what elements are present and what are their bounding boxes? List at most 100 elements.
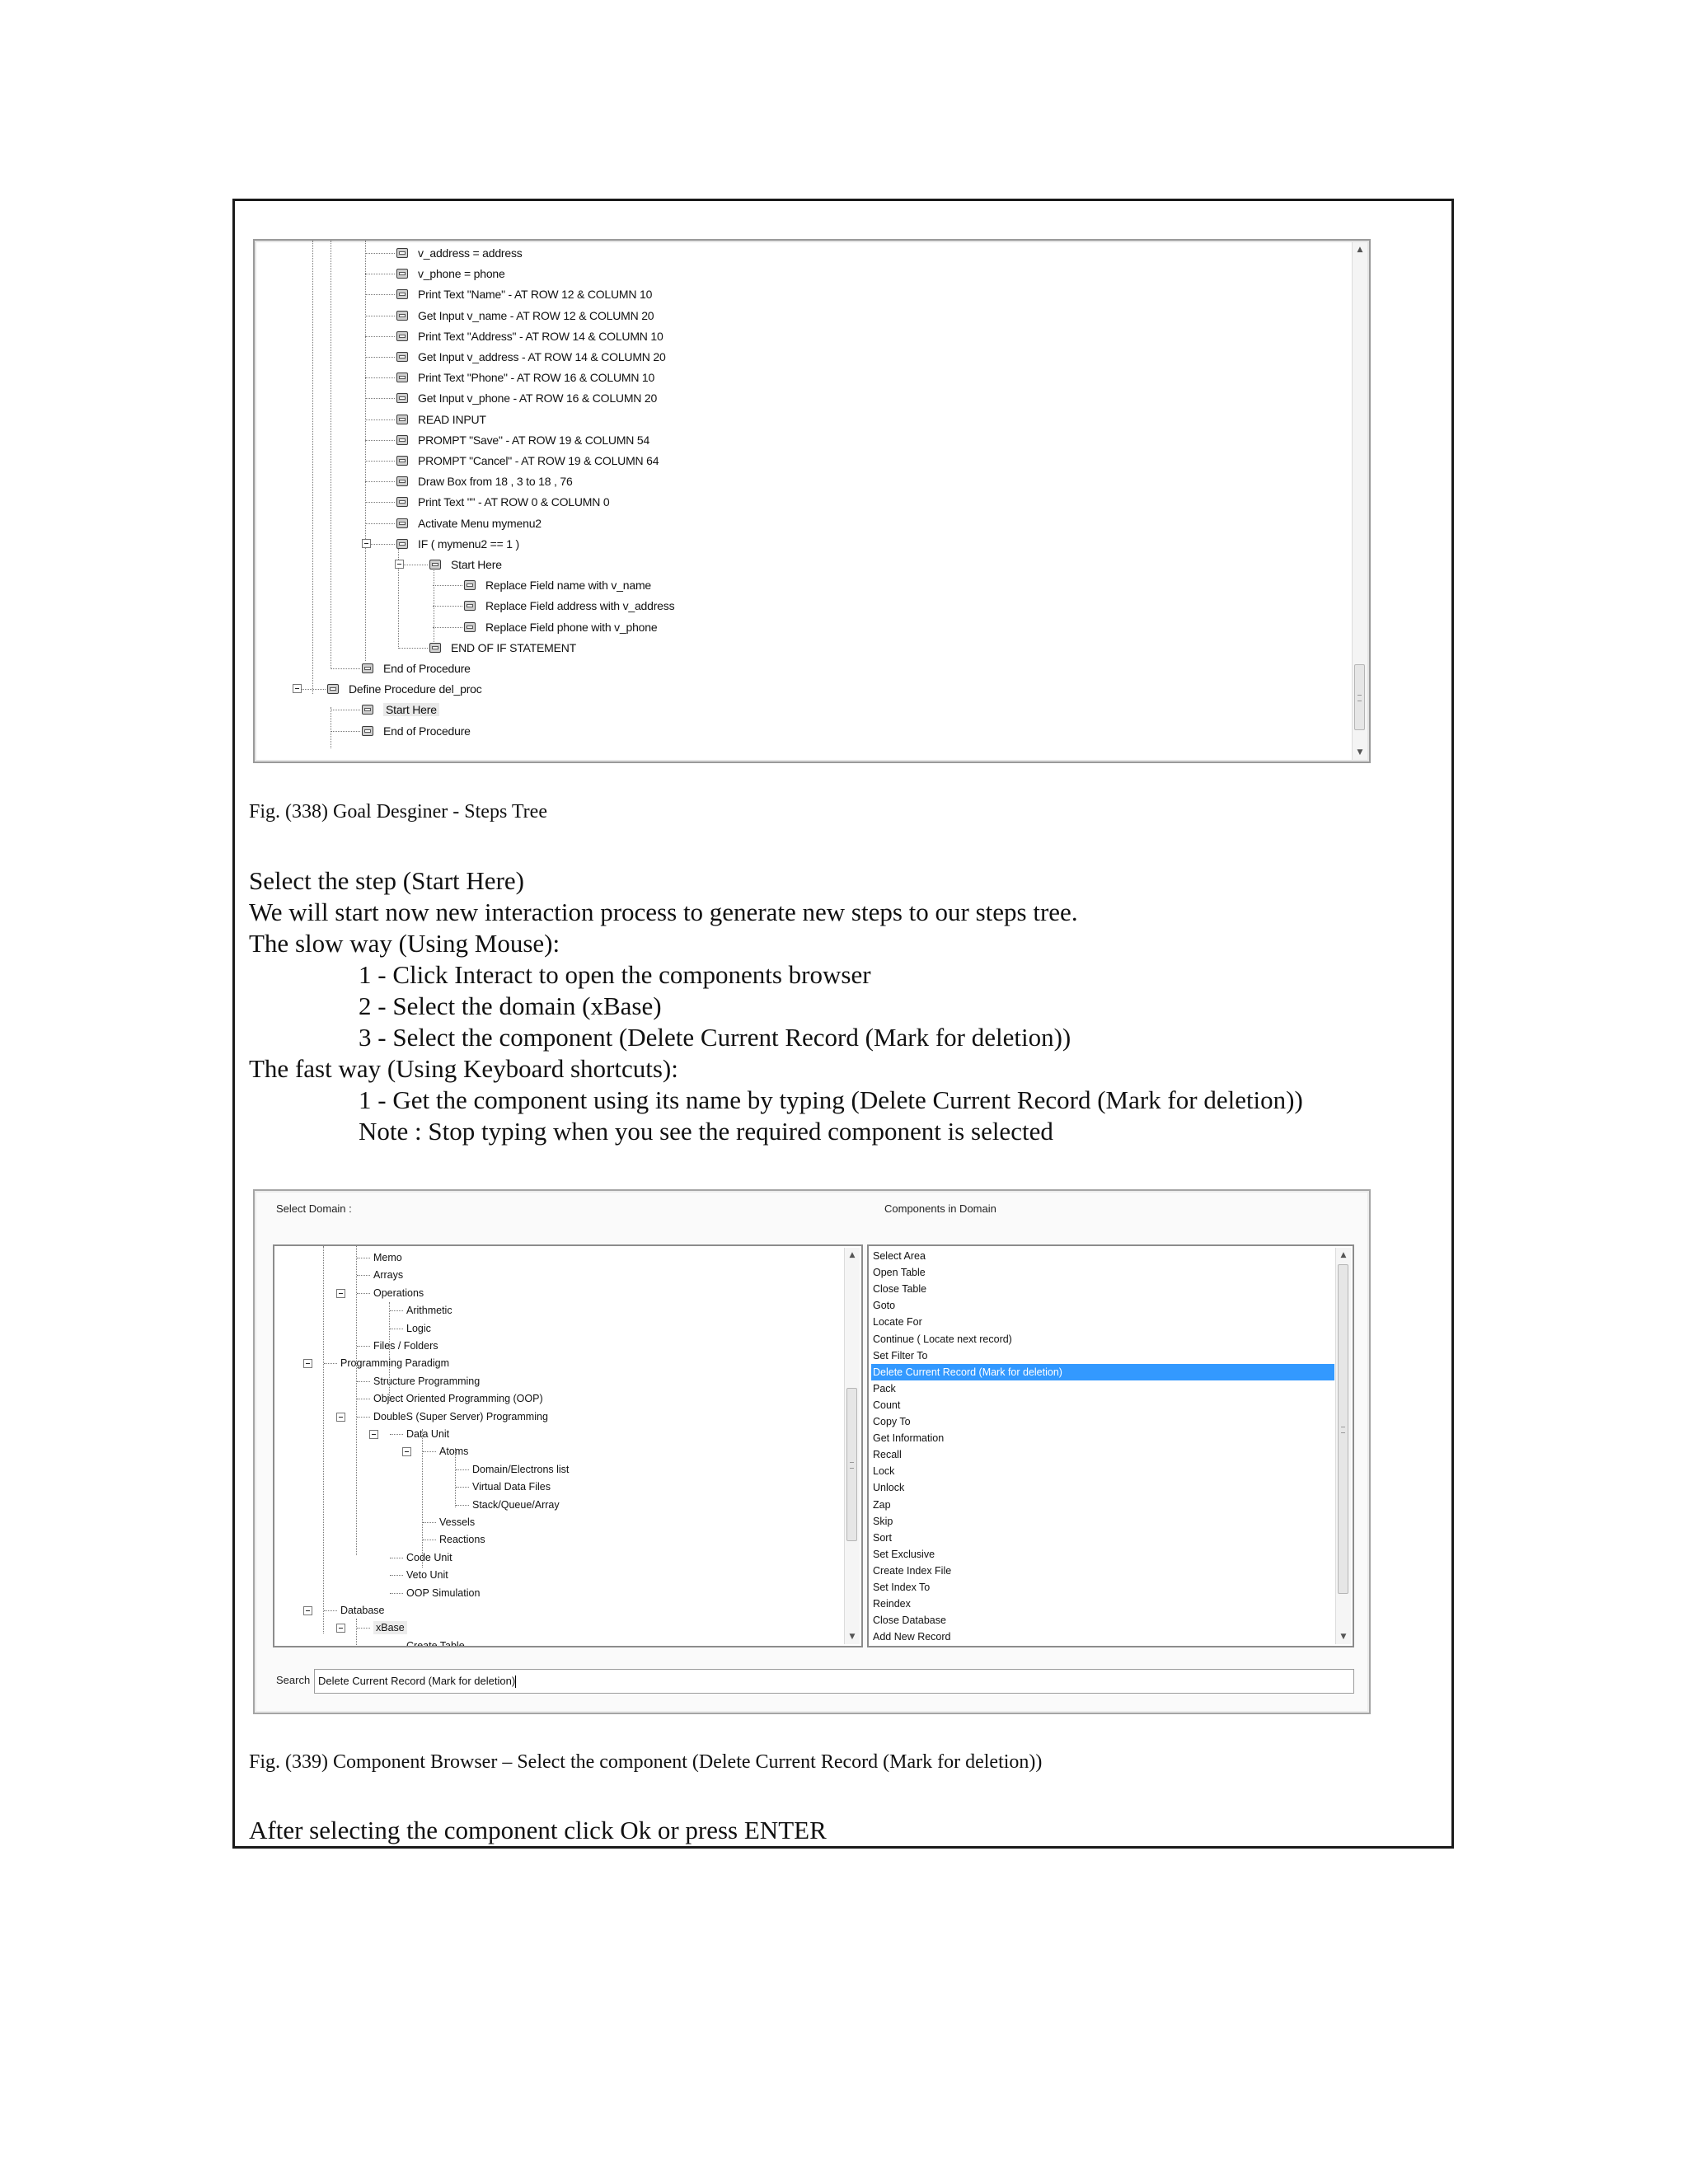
component-item[interactable]: Skip	[871, 1513, 1334, 1530]
scroll-up-arrow-icon[interactable]: ▲	[1336, 1248, 1351, 1263]
domain-tree-node[interactable]: Logic	[406, 1322, 431, 1335]
domain-tree-node[interactable]: Domain/Electrons list	[472, 1463, 569, 1476]
scroll-up-arrow-icon[interactable]: ▲	[1353, 242, 1367, 257]
tree-node[interactable]: Print Text "" - AT ROW 0 & COLUMN 0	[396, 493, 610, 511]
collapse-toggle-icon[interactable]	[362, 538, 371, 548]
tree-node[interactable]: Get Input v_address - AT ROW 14 & COLUMN…	[396, 348, 666, 366]
components-list-scrollbar[interactable]: ▲ ▼	[1335, 1248, 1351, 1644]
domain-tree-node[interactable]: Virtual Data Files	[472, 1480, 551, 1493]
domain-tree-node[interactable]: Object Oriented Programming (OOP)	[373, 1392, 543, 1405]
component-item[interactable]: Recall	[871, 1446, 1334, 1463]
domain-tree-node[interactable]: Create Table	[406, 1639, 465, 1646]
domain-tree-node[interactable]: OOP Simulation	[406, 1586, 480, 1600]
scroll-thumb[interactable]	[846, 1388, 857, 1541]
instruction-intro: We will start now new interaction proces…	[249, 898, 1078, 926]
collapse-toggle-icon[interactable]	[369, 1430, 378, 1439]
tree-node[interactable]: End of Procedure	[362, 659, 471, 677]
collapse-toggle-icon[interactable]	[395, 560, 404, 569]
tree-node[interactable]: Get Input v_name - AT ROW 12 & COLUMN 20	[396, 307, 654, 325]
collapse-toggle-icon[interactable]	[293, 684, 302, 694]
tree-node[interactable]: PROMPT "Cancel" - AT ROW 19 & COLUMN 64	[396, 452, 659, 470]
tree-node[interactable]: v_address = address	[396, 244, 523, 262]
scroll-down-arrow-icon[interactable]: ▼	[845, 1629, 860, 1644]
component-item[interactable]: Reindex	[871, 1596, 1334, 1612]
domain-tree-node[interactable]: Vessels	[439, 1516, 475, 1529]
tree-node[interactable]: Print Text "Name" - AT ROW 12 & COLUMN 1…	[396, 285, 652, 303]
domain-tree-node[interactable]: Atoms	[439, 1445, 468, 1458]
tree-node[interactable]: Start Here	[362, 701, 439, 719]
step-node-icon	[396, 352, 408, 362]
component-item[interactable]: Close Database	[871, 1612, 1334, 1629]
domain-tree-node[interactable]: Database	[340, 1604, 385, 1617]
tree-node[interactable]: Replace Field phone with v_phone	[464, 618, 658, 636]
tree-node[interactable]: Replace Field name with v_name	[464, 576, 651, 594]
tree-node[interactable]: Replace Field address with v_address	[464, 597, 675, 615]
domain-tree-node[interactable]: Files / Folders	[373, 1339, 438, 1352]
component-item[interactable]: Zap	[871, 1497, 1334, 1513]
domain-tree-node[interactable]: Programming Paradigm	[340, 1357, 449, 1370]
collapse-toggle-icon[interactable]	[303, 1359, 312, 1369]
domain-tree-node[interactable]: Arrays	[373, 1268, 403, 1282]
component-item[interactable]: Count	[871, 1397, 1334, 1413]
tree-node[interactable]: Get Input v_phone - AT ROW 16 & COLUMN 2…	[396, 389, 657, 407]
domain-tree-node[interactable]: Structure Programming	[373, 1375, 480, 1388]
tree-node[interactable]: Define Procedure del_proc	[327, 680, 482, 698]
selected-component-item[interactable]: Delete Current Record (Mark for deletion…	[871, 1363, 1334, 1380]
collapse-toggle-icon[interactable]	[402, 1447, 411, 1457]
component-item[interactable]: Add New Record	[871, 1629, 1334, 1645]
domain-tree-scrollbar[interactable]: ▲ ▼	[844, 1248, 860, 1644]
component-item[interactable]: Continue ( Locate next record)	[871, 1331, 1334, 1347]
component-item[interactable]: Sort	[871, 1530, 1334, 1546]
tree-node[interactable]: Start Here	[429, 555, 502, 574]
component-item[interactable]: Unlock	[871, 1479, 1334, 1496]
scroll-up-arrow-icon[interactable]: ▲	[845, 1248, 860, 1263]
collapse-toggle-icon[interactable]	[336, 1624, 345, 1633]
collapse-toggle-icon[interactable]	[303, 1606, 312, 1615]
domain-tree-node[interactable]: Data Unit	[406, 1427, 449, 1441]
component-item[interactable]: Copy To	[871, 1413, 1334, 1430]
domain-tree-node[interactable]: xBase	[373, 1621, 407, 1635]
component-item[interactable]: Create Index File	[871, 1563, 1334, 1579]
domain-tree-node[interactable]: Veto Unit	[406, 1568, 448, 1582]
tree-node[interactable]: READ INPUT	[396, 410, 486, 429]
tree-node-label: Define Procedure del_proc	[349, 682, 482, 696]
component-item[interactable]: Set Index To	[871, 1579, 1334, 1596]
domain-tree-node[interactable]: Code Unit	[406, 1551, 452, 1564]
component-item[interactable]: Get Information	[871, 1430, 1334, 1446]
component-item[interactable]: Pack	[871, 1380, 1334, 1397]
collapse-toggle-icon[interactable]	[336, 1288, 345, 1298]
tree-node[interactable]: END OF IF STATEMENT	[429, 639, 576, 657]
component-item[interactable]: Locate For	[871, 1314, 1334, 1330]
domain-tree-pane[interactable]: ▲ ▼ Memo Arrays Operations Arithmetic Logic F…	[273, 1244, 863, 1647]
component-item[interactable]: Select Area	[871, 1248, 1334, 1264]
component-item[interactable]: Close Table	[871, 1281, 1334, 1297]
steps-tree-scrollbar[interactable]: ▲ ▼	[1352, 242, 1367, 760]
collapse-toggle-icon[interactable]	[336, 1412, 345, 1422]
domain-tree-node[interactable]: Arithmetic	[406, 1304, 452, 1317]
tree-node[interactable]: End of Procedure	[362, 722, 471, 740]
tree-node[interactable]: Activate Menu mymenu2	[396, 514, 542, 532]
component-item[interactable]: Set Filter To	[871, 1347, 1334, 1364]
component-item[interactable]: Set Exclusive	[871, 1546, 1334, 1563]
domain-tree-node[interactable]: Memo	[373, 1251, 402, 1264]
domain-tree-node[interactable]: Operations	[373, 1286, 424, 1300]
tree-node[interactable]: Draw Box from 18 , 3 to 18 , 76	[396, 472, 573, 490]
domain-tree-node[interactable]: Reactions	[439, 1533, 485, 1546]
scroll-thumb[interactable]	[1338, 1264, 1348, 1594]
component-item[interactable]: Lock	[871, 1463, 1334, 1479]
domain-tree-node[interactable]: Stack/Queue/Array	[472, 1498, 560, 1511]
component-item[interactable]: Goto	[871, 1297, 1334, 1314]
tree-node[interactable]: v_phone = phone	[396, 265, 505, 283]
tree-node[interactable]: Print Text "Phone" - AT ROW 16 & COLUMN …	[396, 368, 654, 387]
domain-tree-node[interactable]: DoubleS (Super Server) Programming	[373, 1410, 548, 1423]
scroll-down-arrow-icon[interactable]: ▼	[1336, 1629, 1351, 1644]
step-node-icon	[396, 538, 408, 549]
component-item[interactable]: Open Table	[871, 1264, 1334, 1281]
tree-node[interactable]: PROMPT "Save" - AT ROW 19 & COLUMN 54	[396, 431, 649, 449]
scroll-thumb[interactable]	[1354, 664, 1365, 730]
tree-node[interactable]: IF ( mymenu2 == 1 )	[396, 535, 519, 553]
tree-node[interactable]: Print Text "Address" - AT ROW 14 & COLUM…	[396, 327, 663, 345]
scroll-down-arrow-icon[interactable]: ▼	[1353, 745, 1367, 760]
components-list-pane[interactable]: ▲ ▼ Select Area Open Table Close Table Goto…	[867, 1244, 1354, 1647]
search-input[interactable]: Delete Current Record (Mark for deletion…	[314, 1669, 1354, 1694]
